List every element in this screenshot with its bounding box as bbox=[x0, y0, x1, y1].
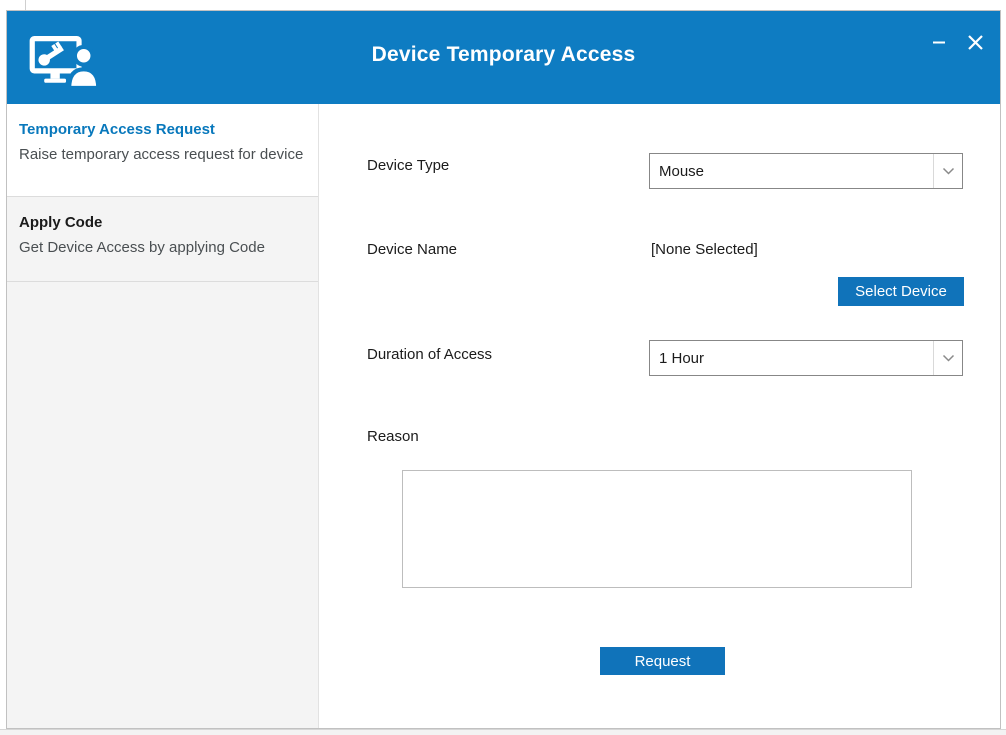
chevron-down-icon bbox=[933, 154, 962, 188]
sidebar-item-subtitle: Get Device Access by applying Code bbox=[19, 239, 304, 256]
duration-dropdown[interactable]: 1 Hour bbox=[649, 340, 963, 376]
sidebar-item-subtitle: Raise temporary access request for devic… bbox=[19, 146, 304, 163]
form-panel: Device Type Mouse Device Name [None Sele… bbox=[319, 104, 1000, 728]
sidebar-item-apply-code[interactable]: Apply Code Get Device Access by applying… bbox=[7, 197, 318, 282]
window-title: Device Temporary Access bbox=[7, 43, 1000, 67]
background-artifact-line bbox=[25, 0, 26, 10]
sidebar: Temporary Access Request Raise temporary… bbox=[7, 104, 319, 728]
sidebar-item-title: Apply Code bbox=[19, 214, 304, 231]
device-name-value: [None Selected] bbox=[651, 241, 758, 258]
request-button[interactable]: Request bbox=[600, 647, 725, 675]
minimize-button[interactable] bbox=[924, 27, 954, 57]
background-artifact-strip bbox=[0, 729, 1006, 735]
minimize-icon bbox=[931, 34, 947, 50]
close-icon bbox=[967, 34, 984, 51]
device-type-dropdown[interactable]: Mouse bbox=[649, 153, 963, 189]
sidebar-item-temporary-access-request[interactable]: Temporary Access Request Raise temporary… bbox=[7, 104, 318, 197]
duration-value: 1 Hour bbox=[650, 341, 933, 375]
window-controls bbox=[924, 27, 990, 57]
select-device-button[interactable]: Select Device bbox=[838, 277, 964, 306]
app-window: Device Temporary Access Temporary Access… bbox=[6, 10, 1001, 729]
reason-textarea[interactable] bbox=[402, 470, 912, 588]
device-name-label: Device Name bbox=[367, 241, 457, 258]
device-type-label: Device Type bbox=[367, 157, 449, 174]
close-button[interactable] bbox=[960, 27, 990, 57]
sidebar-item-title: Temporary Access Request bbox=[19, 121, 304, 138]
titlebar: Device Temporary Access bbox=[7, 11, 1000, 104]
reason-label: Reason bbox=[367, 428, 419, 445]
duration-label: Duration of Access bbox=[367, 346, 492, 363]
chevron-down-icon bbox=[933, 341, 962, 375]
device-type-value: Mouse bbox=[650, 154, 933, 188]
